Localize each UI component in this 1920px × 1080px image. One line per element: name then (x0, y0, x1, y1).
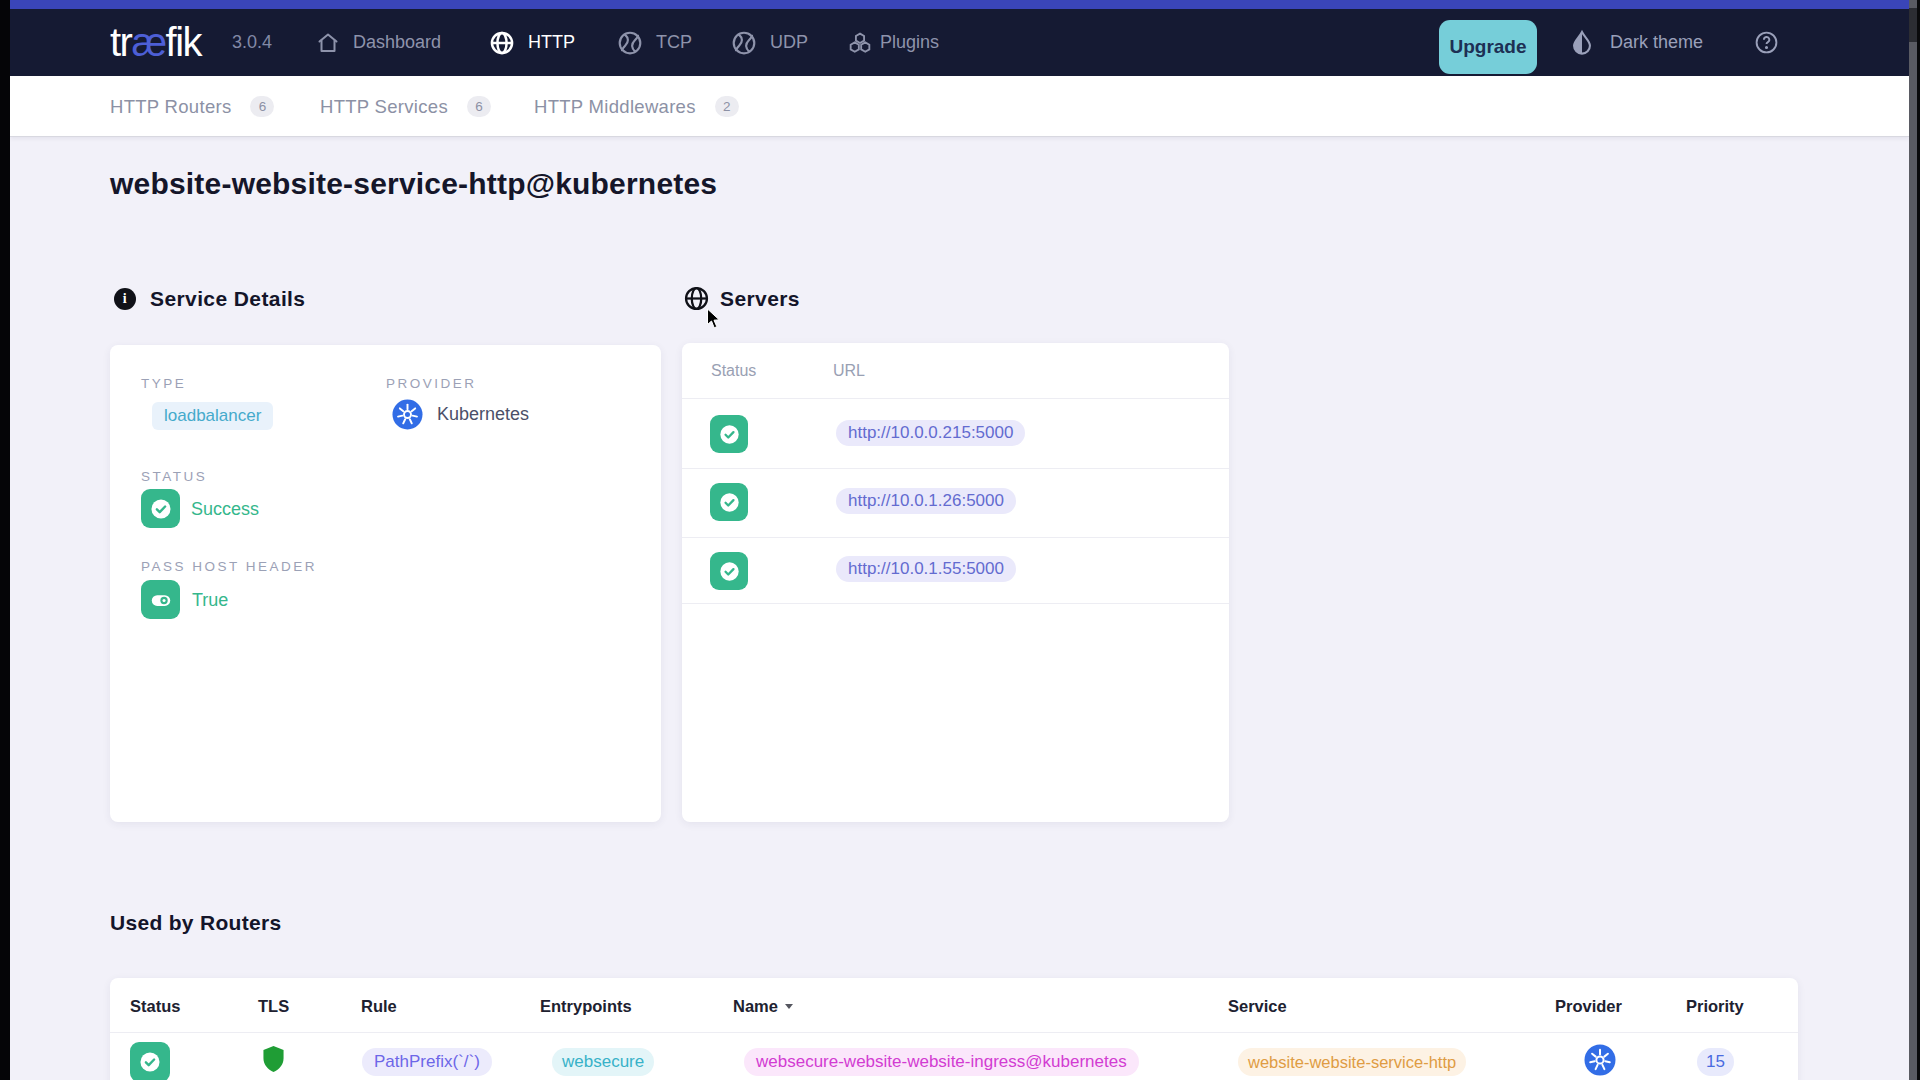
tab-label: HTTP Middlewares (534, 96, 696, 118)
servers-col-url: URL (833, 362, 865, 380)
tab-count-badge: 2 (715, 96, 739, 117)
scrollbar-top-cap (1909, 8, 1917, 42)
provider-name: Kubernetes (437, 404, 529, 425)
traefik-logo[interactable]: træfik (110, 20, 201, 65)
tab-http-services[interactable]: HTTP Services 6 (320, 76, 491, 137)
logo-text-2: fik (166, 20, 202, 64)
service-details-heading: i Service Details (114, 287, 305, 311)
nav-label: UDP (770, 32, 808, 53)
col-rule[interactable]: Rule (361, 997, 397, 1016)
router-service-link[interactable]: website-website-service-http (1238, 1048, 1466, 1076)
tab-label: HTTP Services (320, 96, 448, 118)
version-label: 3.0.4 (232, 32, 272, 53)
screen-left-edge (0, 0, 10, 1080)
tab-count-badge: 6 (250, 96, 274, 117)
servers-card: Status URL http://10.0.0.215:5000 http:/… (682, 343, 1229, 822)
col-status[interactable]: Status (130, 997, 180, 1016)
tab-label: HTTP Routers (110, 96, 231, 118)
server-status-icon (710, 552, 748, 590)
col-provider[interactable]: Provider (1555, 997, 1622, 1016)
udp-icon (731, 30, 757, 56)
nav-item-tcp[interactable]: TCP (617, 9, 692, 76)
nav-item-http[interactable]: HTTP (489, 9, 575, 76)
globe-icon (489, 30, 515, 56)
dark-theme-label: Dark theme (1610, 32, 1703, 53)
col-name[interactable]: Name (733, 997, 793, 1016)
plugins-icon (846, 29, 874, 57)
home-icon (316, 31, 340, 55)
scrollbar[interactable] (1909, 0, 1920, 1080)
page-title: website-website-service-http@kubernetes (110, 167, 717, 201)
navbar: træfik 3.0.4 Dashboard HTTP TCP UDP Plug… (10, 9, 1909, 76)
nav-label: TCP (656, 32, 692, 53)
servers-col-status: Status (711, 362, 756, 380)
kubernetes-icon (1584, 1044, 1616, 1076)
tab-http-middlewares[interactable]: HTTP Middlewares 2 (534, 76, 739, 137)
provider-label: PROVIDER (386, 376, 477, 391)
tcp-icon (617, 30, 643, 56)
server-url[interactable]: http://10.0.0.215:5000 (836, 420, 1025, 446)
col-service[interactable]: Service (1228, 997, 1287, 1016)
mouse-cursor (706, 308, 722, 330)
router-name-link[interactable]: websecure-website-website-ingress@kubern… (744, 1048, 1139, 1076)
server-status-icon (710, 483, 748, 521)
router-entrypoints-chip: websecure (552, 1048, 654, 1076)
server-url[interactable]: http://10.0.1.26:5000 (836, 488, 1016, 514)
help-icon (1754, 30, 1779, 55)
dark-theme-toggle[interactable]: Dark theme (1568, 9, 1703, 76)
type-value-chip: loadbalancer (152, 402, 273, 430)
pass-host-header-icon (141, 580, 180, 619)
nav-label: HTTP (528, 32, 575, 53)
nav-item-udp[interactable]: UDP (731, 9, 808, 76)
nav-item-plugins[interactable]: Plugins (846, 9, 939, 76)
nav-label: Plugins (880, 32, 939, 53)
kubernetes-icon (392, 399, 423, 430)
sort-desc-icon (785, 1004, 793, 1009)
server-url[interactable]: http://10.0.1.55:5000 (836, 556, 1016, 582)
tab-count-badge: 6 (467, 96, 491, 117)
nav-label: Dashboard (353, 32, 441, 53)
tab-http-routers[interactable]: HTTP Routers 6 (110, 76, 274, 137)
pass-host-header-label: PASS HOST HEADER (141, 559, 317, 574)
help-button[interactable] (1754, 9, 1779, 76)
nav-item-dashboard[interactable]: Dashboard (316, 9, 441, 76)
router-status-icon (130, 1042, 170, 1080)
upgrade-button[interactable]: Upgrade (1439, 20, 1537, 74)
col-priority[interactable]: Priority (1686, 997, 1744, 1016)
servers-heading: Servers (683, 285, 800, 312)
logo-ae: æ (131, 20, 165, 64)
tls-shield-icon (262, 1045, 285, 1073)
top-accent-strip (10, 0, 1909, 9)
contrast-drop-icon (1568, 29, 1596, 57)
section-title: Servers (720, 287, 800, 311)
status-label: STATUS (141, 469, 207, 484)
status-value: Success (191, 499, 259, 520)
router-rule-chip: PathPrefix(`/`) (362, 1048, 492, 1076)
pass-host-header-value: True (192, 590, 228, 611)
col-name-label: Name (733, 997, 778, 1015)
used-by-routers-heading: Used by Routers (110, 911, 281, 935)
section-title: Service Details (150, 287, 305, 311)
status-success-icon (141, 489, 180, 528)
main-content: website-website-service-http@kubernetes … (10, 137, 1909, 1080)
router-priority-chip: 15 (1697, 1048, 1734, 1076)
provider-value: Kubernetes (392, 399, 529, 430)
sub-navigation: HTTP Routers 6 HTTP Services 6 HTTP Midd… (10, 76, 1909, 137)
col-entrypoints[interactable]: Entrypoints (540, 997, 632, 1016)
service-details-card: TYPE loadbalancer PROVIDER (110, 345, 661, 822)
col-tls[interactable]: TLS (258, 997, 289, 1016)
server-status-icon (710, 415, 748, 453)
info-icon: i (114, 288, 136, 310)
app-window: træfik 3.0.4 Dashboard HTTP TCP UDP Plug… (0, 0, 1920, 1080)
logo-text: tr (110, 20, 131, 64)
type-label: TYPE (141, 376, 186, 391)
used-by-routers-card: Status TLS Rule Entrypoints Name Service… (110, 978, 1798, 1080)
